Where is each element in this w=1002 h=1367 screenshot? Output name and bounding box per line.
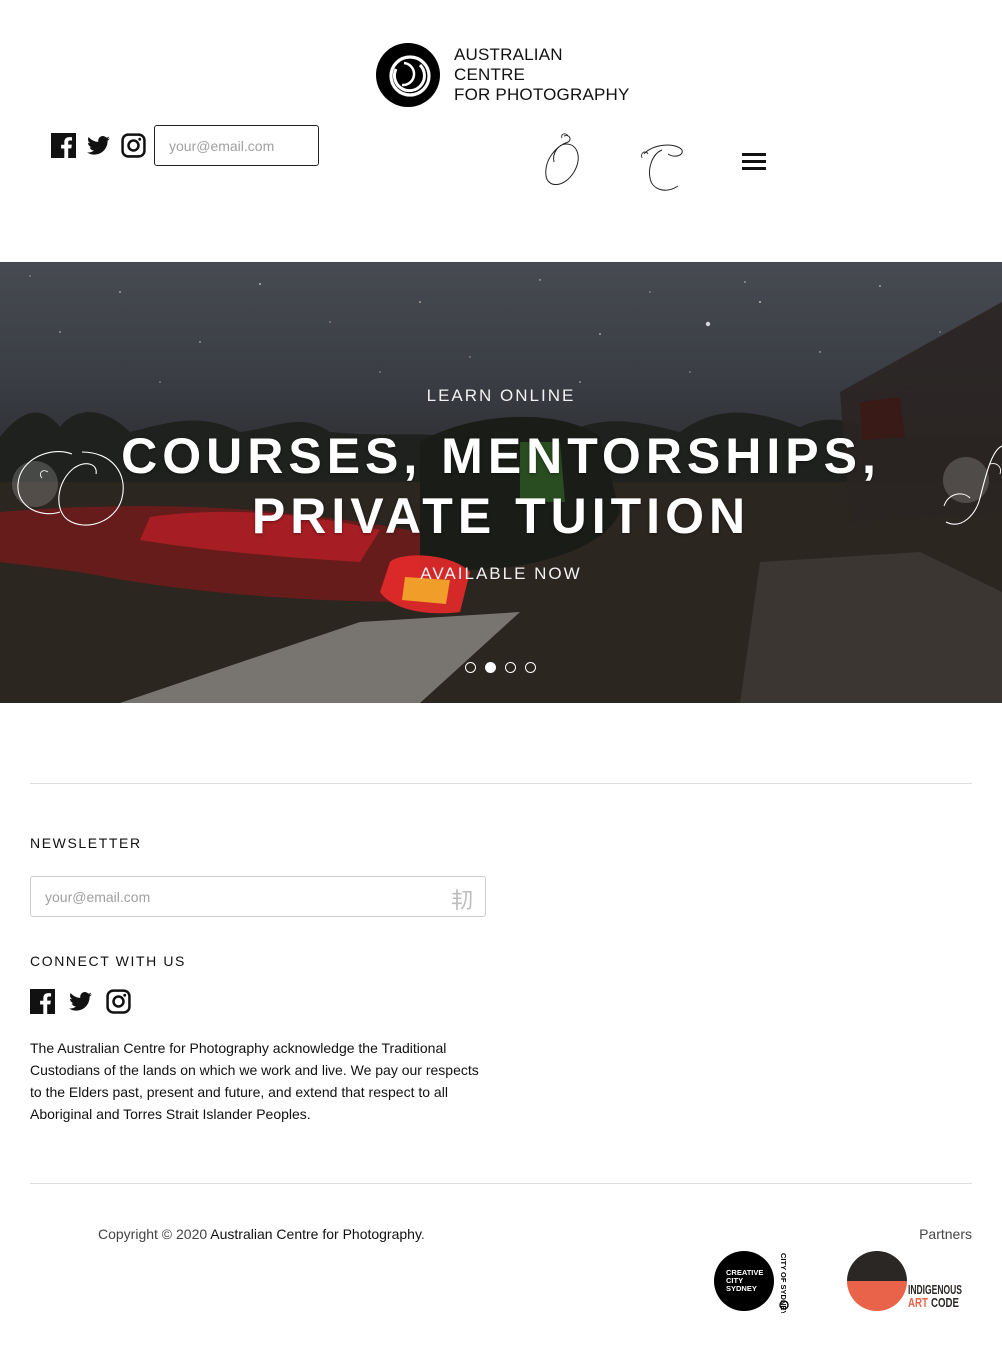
- ccs-line-3: SYDNEY: [726, 1284, 757, 1293]
- logo-line-1: AUSTRALIAN: [454, 45, 563, 64]
- twitter-icon[interactable]: [68, 989, 93, 1014]
- twitter-icon[interactable]: [86, 133, 111, 158]
- hero-title-line-2: PRIVATE TUITION: [251, 488, 751, 544]
- site-logo[interactable]: AUSTRALIAN CENTRE FOR PHOTOGRAPHY: [376, 43, 630, 107]
- script-c-flourish-icon: [641, 144, 683, 191]
- copyright-link[interactable]: Australian Centre for Photography: [210, 1226, 421, 1242]
- hero-kicker: LEARN ONLINE: [426, 386, 576, 405]
- header-social-links: [51, 133, 146, 158]
- connect-heading: CONNECT WITH US: [30, 953, 186, 969]
- indigenous-art-code-logo[interactable]: INDIGENOUS ART CODE: [846, 1250, 964, 1312]
- copyright-notice: Copyright © 2020 Australian Centre for P…: [98, 1226, 425, 1242]
- iac-code: CODE: [931, 1295, 959, 1310]
- footer-divider-top: [30, 783, 972, 784]
- slider-pagination: [465, 662, 536, 673]
- partners-label: Partners: [919, 1226, 972, 1242]
- header-email-input[interactable]: [154, 125, 319, 166]
- facebook-icon[interactable]: [51, 133, 76, 158]
- slider-dot-4[interactable]: [525, 662, 536, 673]
- logo-wordmark: AUSTRALIAN CENTRE FOR PHOTOGRAPHY: [454, 45, 630, 105]
- slider-dot-1[interactable]: [465, 662, 476, 673]
- copyright-prefix: Copyright © 2020: [98, 1226, 211, 1242]
- hero-slider[interactable]: LEARN ONLINE COURSES, MENTORSHIPS, PRIVA…: [0, 262, 1002, 703]
- footer-divider-bottom: [30, 1183, 972, 1184]
- hero-title-line-1: COURSES, MENTORSHIPS,: [121, 428, 881, 484]
- slider-dot-2[interactable]: [485, 662, 496, 673]
- hero-title: COURSES, MENTORSHIPS, PRIVATE TUITION: [0, 426, 1002, 546]
- script-flourish-next-arrow[interactable]: [940, 434, 1002, 534]
- menu-bar: [742, 160, 766, 163]
- menu-bar: [742, 167, 766, 170]
- copyright-suffix: .: [420, 1226, 425, 1242]
- acp-circle-logo-icon: [376, 43, 440, 107]
- iac-art: ART: [908, 1295, 928, 1310]
- hamburger-menu-icon[interactable]: [742, 153, 766, 170]
- footer-social-links: [30, 989, 131, 1014]
- hero-subtitle: AVAILABLE NOW: [420, 564, 582, 583]
- script-flourish-prev-arrow[interactable]: [12, 434, 130, 534]
- acknowledgement-of-country: The Australian Centre for Photography ac…: [30, 1040, 479, 1122]
- newsletter-email-input[interactable]: [45, 877, 425, 916]
- newsletter-heading: NEWSLETTER: [30, 835, 142, 851]
- newsletter-submit-icon[interactable]: 㓞: [451, 883, 473, 915]
- menu-bar: [742, 153, 766, 156]
- logo-line-2: CENTRE: [454, 65, 526, 84]
- instagram-icon[interactable]: [106, 989, 131, 1014]
- script-o-flourish-icon: [545, 133, 579, 185]
- creative-city-sydney-logo[interactable]: CREATIVE CITY SYDNEY CITY OF SYDNEY: [714, 1249, 792, 1313]
- facebook-icon[interactable]: [30, 989, 55, 1014]
- newsletter-form: 㓞: [30, 876, 486, 917]
- logo-line-3: FOR PHOTOGRAPHY: [454, 85, 630, 104]
- slider-dot-3[interactable]: [505, 662, 516, 673]
- instagram-icon[interactable]: [121, 133, 146, 158]
